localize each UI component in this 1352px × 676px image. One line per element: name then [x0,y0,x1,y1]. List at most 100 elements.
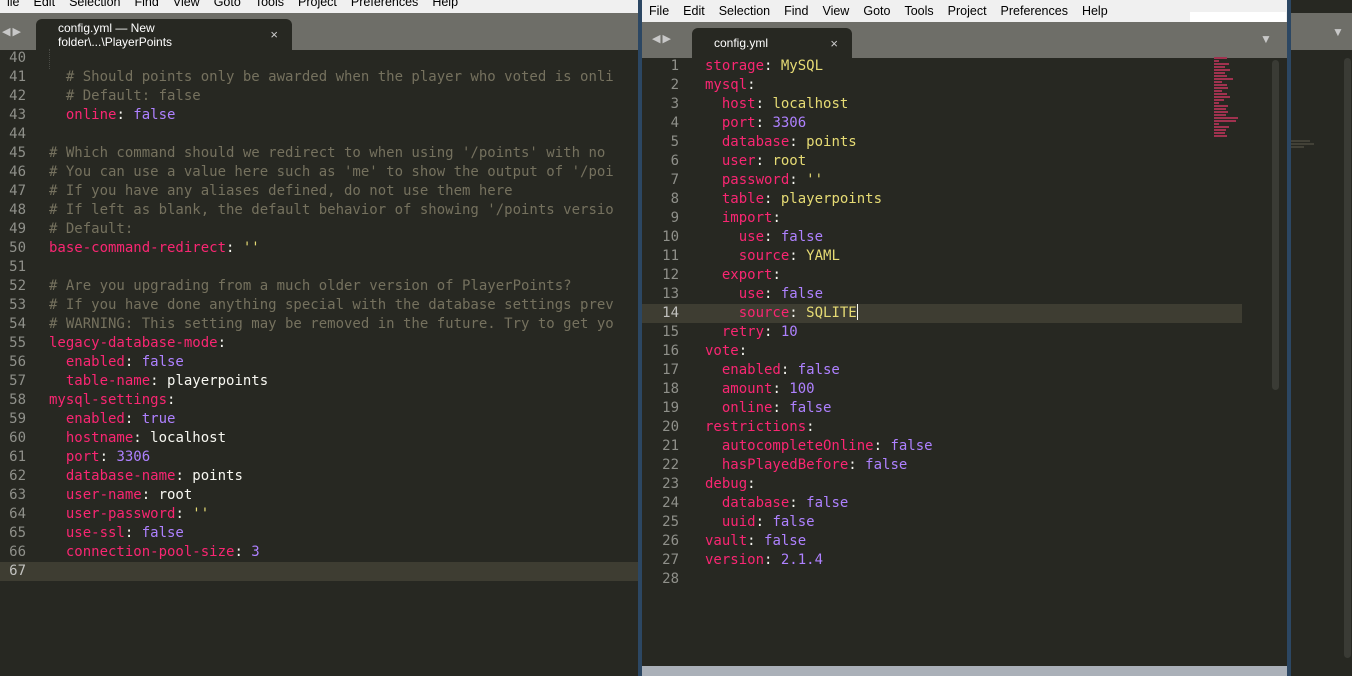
close-icon[interactable]: × [830,36,838,51]
code-line[interactable]: 16 vote: [642,342,1242,361]
code-token: localhost [772,96,849,112]
code-line[interactable]: 61 port: 3306 [0,448,640,467]
code-line[interactable]: 41 # Should points only be awarded when … [0,68,640,87]
code-line[interactable]: 64 user-password: '' [0,505,640,524]
right-tab-config[interactable]: config.yml × [692,28,852,58]
code-line[interactable]: 18 amount: 100 [642,380,1242,399]
code-line[interactable]: 23 debug: [642,475,1242,494]
code-line[interactable]: 19 online: false [642,399,1242,418]
menu-item-find[interactable]: Find [777,4,815,18]
code-line[interactable]: 47 # If you have any aliases defined, do … [0,182,640,201]
code-line[interactable]: 65 use-ssl: false [0,524,640,543]
code-line[interactable]: 62 database-name: points [0,467,640,486]
menu-item-project[interactable]: Project [941,4,994,18]
menu-item-file[interactable]: File [642,4,676,18]
code-line[interactable]: 42 # Default: false [0,87,640,106]
left-scrollbar[interactable] [1344,58,1351,658]
code-line[interactable]: 53 # If you have done anything special wi… [0,296,640,315]
code-line[interactable]: 12 export: [642,266,1242,285]
menu-item-tools[interactable]: Tools [897,4,940,18]
right-code-editor[interactable]: 1 storage: MySQL 2 mysql:3 host: localhost 4… [642,57,1242,589]
code-line[interactable]: 7 password: '' [642,171,1242,190]
code-line[interactable]: 20 restrictions: [642,418,1242,437]
menu-item-find[interactable]: Find [128,0,166,9]
menu-item-ile[interactable]: ile [0,0,27,9]
menu-item-preferences[interactable]: Preferences [344,0,425,9]
code-line[interactable]: 8 table: playerpoints [642,190,1242,209]
code-line[interactable]: 11 source: YAML [642,247,1242,266]
right-tab-nav-arrows-icon[interactable]: ◀▶ [652,32,673,45]
code-line[interactable]: 40 [0,49,640,68]
code-line[interactable]: 9 import: [642,209,1242,228]
code-line[interactable]: 17 enabled: false [642,361,1242,380]
code-line[interactable]: 27 version: 2.1.4 [642,551,1242,570]
code-line[interactable]: 15 retry: 10 [642,323,1242,342]
menu-item-tools[interactable]: Tools [248,0,291,9]
code-line[interactable]: 13 use: false [642,285,1242,304]
code-line[interactable]: 58 mysql-settings: [0,391,640,410]
menu-item-help[interactable]: Help [425,0,465,9]
code-line[interactable]: 60 hostname: localhost [0,429,640,448]
code-line[interactable]: 54 # WARNING: This setting may be removed… [0,315,640,334]
close-icon[interactable]: × [270,27,278,42]
code-line[interactable]: 24 database: false [642,494,1242,513]
code-token: enabled [49,354,125,370]
menu-item-help[interactable]: Help [1075,4,1115,18]
code-line[interactable]: 25 uuid: false [642,513,1242,532]
menu-item-view[interactable]: View [166,0,207,9]
code-line[interactable]: 6 user: root [642,152,1242,171]
code-line[interactable]: 1 storage: MySQL [642,57,1242,76]
code-token: : [848,457,866,473]
code-token: export [705,267,773,283]
menubar-artifact [1190,12,1286,22]
code-line[interactable]: 21 autocompleteOnline: false [642,437,1242,456]
left-tab-config[interactable]: config.yml — New folder\...\PlayerPoints… [36,19,292,50]
code-line[interactable]: 50 base-command-redirect: '' [0,239,640,258]
code-line[interactable]: 55 legacy-database-mode: [0,334,640,353]
code-line[interactable]: 67 [0,562,640,581]
menu-item-goto[interactable]: Goto [856,4,897,18]
code-line[interactable]: 44 [0,125,640,144]
menu-item-selection[interactable]: Selection [712,4,777,18]
menu-item-view[interactable]: View [815,4,856,18]
code-token: port [49,449,100,465]
code-line[interactable]: 2 mysql: [642,76,1242,95]
code-line[interactable]: 14 source: SQLITE [642,304,1242,323]
dropdown-icon[interactable]: ▼ [1260,32,1274,46]
code-token: : [806,419,815,435]
code-token: use [705,229,765,245]
code-line[interactable]: 56 enabled: false [0,353,640,372]
code-line[interactable]: 66 connection-pool-size: 3 [0,543,640,562]
code-line[interactable]: 5 database: points [642,133,1242,152]
code-line[interactable]: 22 hasPlayedBefore: false [642,456,1242,475]
code-line[interactable]: 49 # Default: [0,220,640,239]
left-code-editor[interactable]: 40 41 # Should points only be awarded whe… [0,49,640,581]
code-line[interactable]: 10 use: false [642,228,1242,247]
menu-item-project[interactable]: Project [291,0,344,9]
menu-item-goto[interactable]: Goto [207,0,248,9]
code-token: amount [705,381,773,397]
code-line[interactable]: 28 [642,570,1242,589]
code-line[interactable]: 26 vault: false [642,532,1242,551]
code-line[interactable]: 43 online: false [0,106,640,125]
code-line[interactable]: 46 # You can use a value here such as 'me… [0,163,640,182]
line-number: 10 [662,229,679,245]
left-dropdown-icon[interactable]: ▼ [1332,25,1346,39]
code-line[interactable]: 59 enabled: true [0,410,640,429]
menu-item-edit[interactable]: Edit [676,4,712,18]
left-minimap[interactable] [1290,140,1316,149]
left-tab-nav-arrows-icon[interactable]: ◀▶ [2,25,23,38]
menu-item-preferences[interactable]: Preferences [994,4,1075,18]
code-line[interactable]: 45 # Which command should we redirect to … [0,144,640,163]
code-line[interactable]: 57 table-name: playerpoints [0,372,640,391]
code-token: source [705,305,790,321]
code-line[interactable]: 3 host: localhost [642,95,1242,114]
code-line[interactable]: 51 [0,258,640,277]
code-line[interactable]: 48 # If left as blank, the default behavi… [0,201,640,220]
code-line[interactable]: 52 # Are you upgrading from a much older … [0,277,640,296]
code-line[interactable]: 4 port: 3306 [642,114,1242,133]
right-scrollbar[interactable] [1272,60,1279,390]
menu-item-selection[interactable]: Selection [62,0,127,9]
menu-item-edit[interactable]: Edit [27,0,63,9]
code-line[interactable]: 63 user-name: root [0,486,640,505]
